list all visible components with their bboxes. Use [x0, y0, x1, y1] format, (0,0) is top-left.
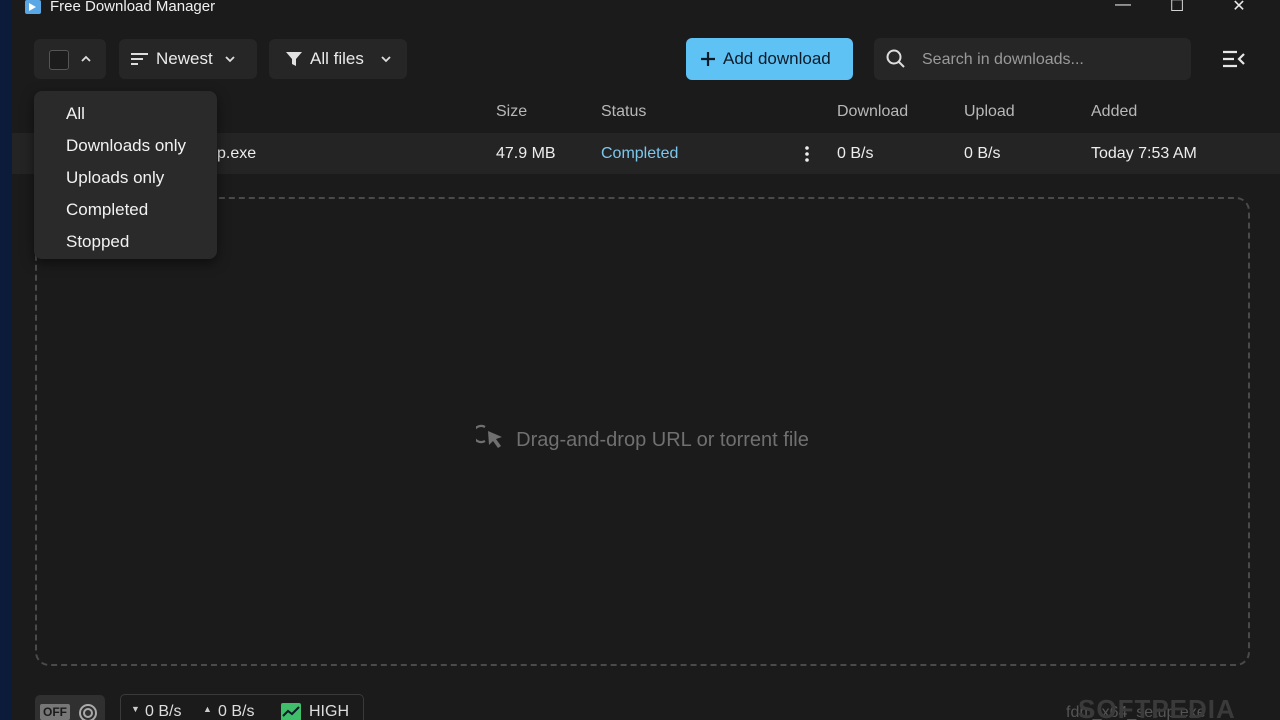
added-time: Today 7:53 AM: [1091, 145, 1197, 162]
speed-limit-toggle[interactable]: OFF: [35, 695, 105, 720]
download-speed: 0 B/s: [837, 145, 874, 162]
file-name: p.exe: [217, 145, 257, 162]
speed-indicator: ▼ 0 B/s ▲ 0 B/s HIGH: [120, 694, 364, 720]
column-header-status[interactable]: Status: [601, 103, 646, 121]
toggle-off-label: OFF: [40, 704, 70, 720]
menu-item-downloads-only[interactable]: Downloads only: [66, 136, 186, 156]
title-bar: Free Download Manager — ☐ ✕: [12, 0, 1280, 22]
upload-speed: 0 B/s: [964, 145, 1001, 162]
search-box[interactable]: [874, 38, 1191, 80]
chevron-down-icon: [225, 56, 235, 63]
plus-icon: [701, 52, 715, 66]
total-down-speed: 0 B/s: [145, 703, 182, 720]
drop-zone-text: Drag-and-drop URL or torrent file: [516, 429, 809, 451]
chevron-down-icon: [381, 56, 391, 63]
menu-item-stopped[interactable]: Stopped: [66, 232, 129, 252]
filter-button[interactable]: All files: [269, 39, 407, 79]
menu-item-uploads-only[interactable]: Uploads only: [66, 168, 164, 188]
column-header-download[interactable]: Download: [837, 103, 908, 121]
menu-item-completed[interactable]: Completed: [66, 200, 148, 220]
file-size: 47.9 MB: [496, 145, 556, 162]
softpedia-watermark: SOFTPEDIA: [1078, 694, 1236, 720]
snail-icon: [79, 704, 97, 720]
column-header-added[interactable]: Added: [1091, 103, 1137, 121]
more-options-icon[interactable]: [803, 145, 811, 163]
up-arrow-icon: ▲: [203, 704, 212, 714]
cursor-click-icon: [472, 424, 503, 448]
trend-icon[interactable]: [281, 703, 301, 720]
window-title: Free Download Manager: [50, 0, 216, 15]
sort-button[interactable]: Newest: [119, 39, 257, 79]
sort-label: Newest: [156, 49, 213, 68]
add-download-label: Add download: [723, 49, 831, 68]
drop-zone-hint: Drag-and-drop URL or torrent file: [37, 421, 1248, 452]
menu-collapse-icon[interactable]: [1222, 49, 1246, 69]
filter-icon: [286, 52, 302, 66]
add-download-button[interactable]: Add download: [686, 38, 853, 80]
search-icon: [886, 49, 905, 68]
app-logo-icon: [25, 0, 41, 14]
select-all-checkbox[interactable]: [49, 50, 69, 70]
drop-zone[interactable]: Drag-and-drop URL or torrent file: [35, 197, 1250, 666]
total-up-speed: 0 B/s: [218, 703, 255, 720]
select-all-button[interactable]: [34, 39, 106, 79]
priority-label[interactable]: HIGH: [309, 703, 349, 720]
chevron-up-icon: [81, 55, 91, 62]
minimize-button[interactable]: —: [1108, 0, 1138, 14]
column-header-size[interactable]: Size: [496, 103, 527, 121]
filter-label: All files: [310, 49, 364, 68]
maximize-button[interactable]: ☐: [1162, 0, 1192, 16]
column-header-upload[interactable]: Upload: [964, 103, 1015, 121]
menu-item-all[interactable]: All: [66, 104, 85, 124]
search-input[interactable]: [920, 48, 1184, 72]
status-text: Completed: [601, 145, 679, 162]
close-button[interactable]: ✕: [1224, 0, 1254, 16]
sort-icon: [131, 53, 148, 65]
selection-dropdown-menu: All Downloads only Uploads only Complete…: [34, 91, 217, 259]
down-arrow-icon: ▼: [131, 704, 140, 714]
app-window: Free Download Manager — ☐ ✕ Newest All f…: [12, 0, 1280, 720]
